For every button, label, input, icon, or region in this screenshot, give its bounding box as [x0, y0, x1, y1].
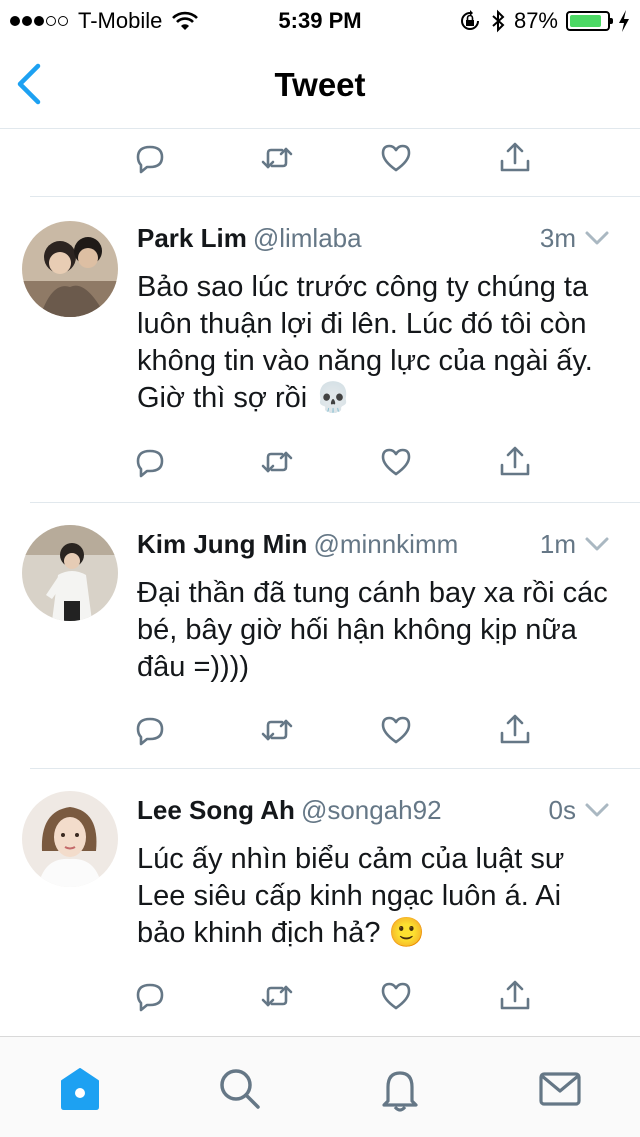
retweet-button[interactable] [257, 442, 297, 482]
tweet-time: 1m [539, 529, 576, 559]
retweet-button[interactable] [257, 138, 297, 178]
tab-home[interactable] [50, 1061, 110, 1117]
like-icon [381, 144, 411, 172]
share-button[interactable] [495, 442, 535, 482]
share-icon [500, 142, 530, 172]
chevron-down-icon[interactable] [584, 801, 610, 819]
tab-messages[interactable] [530, 1061, 590, 1117]
author-handle[interactable]: @songah92 [301, 795, 442, 825]
reply-button[interactable] [130, 442, 170, 482]
like-icon [381, 982, 411, 1010]
tab-notifications[interactable] [370, 1061, 430, 1117]
retweet-button[interactable] [257, 710, 297, 750]
tweet-text: Lúc ấy nhìn biểu cảm của luật sư Lee siê… [137, 843, 565, 949]
reply-icon [136, 717, 164, 746]
chevron-down-icon[interactable] [584, 535, 610, 553]
tweet-actions-previous [0, 138, 640, 178]
reply-icon [136, 983, 164, 1012]
retweet-icon [261, 985, 293, 1007]
reply-icon [136, 449, 164, 478]
nav-bar: Tweet [0, 40, 640, 129]
retweet-icon [261, 147, 293, 169]
page-title: Tweet [274, 66, 366, 103]
notifications-icon [382, 1071, 418, 1112]
retweet-icon [261, 451, 293, 473]
share-button[interactable] [495, 138, 535, 178]
author-handle[interactable]: @limlaba [253, 223, 362, 253]
status-bar: T-Mobile 5:39 PM 87% [0, 0, 640, 40]
tweet-time: 0s [548, 795, 576, 825]
avatar[interactable] [22, 791, 118, 887]
share-icon [500, 980, 530, 1010]
tweet-actions [0, 442, 640, 482]
like-button[interactable] [376, 442, 416, 482]
tweet-actions [0, 976, 640, 1016]
reply-button[interactable] [130, 138, 170, 178]
share-button[interactable] [495, 710, 535, 750]
author-handle[interactable]: @minnkimm [313, 529, 458, 559]
retweet-button[interactable] [257, 976, 297, 1016]
like-button[interactable] [376, 138, 416, 178]
charging-icon [619, 10, 629, 32]
home-icon [61, 1068, 99, 1110]
messages-icon [539, 1072, 581, 1106]
avatar-photo [22, 221, 118, 317]
like-icon [381, 716, 411, 744]
avatar-photo [22, 525, 118, 621]
tweet[interactable]: Park Lim @limlaba 3m Bảo sao lúc trước cô… [0, 197, 640, 503]
like-button[interactable] [376, 710, 416, 750]
search-icon [220, 1069, 260, 1109]
bluetooth-icon [492, 9, 505, 33]
tweet-text: Đại thần đã tung cánh bay xa rồi các bé,… [137, 577, 608, 683]
avatar-photo [22, 791, 118, 887]
like-icon [381, 448, 411, 476]
retweet-icon [261, 719, 293, 741]
tweet-header: Kim Jung Min @minnkimm 1m [137, 529, 610, 563]
status-right: 87% [450, 8, 630, 34]
orientation-lock-icon [460, 10, 479, 30]
like-button[interactable] [376, 976, 416, 1016]
tweet-time: 3m [539, 223, 576, 253]
author-name[interactable]: Kim Jung Min [137, 529, 307, 559]
tab-bar [0, 1036, 640, 1137]
tweet-actions [0, 710, 640, 750]
tweet[interactable]: Kim Jung Min @minnkimm 1m Đại thần đã tun… [0, 503, 640, 769]
share-button[interactable] [495, 976, 535, 1016]
tweet[interactable]: Lee Song Ah @songah92 0s Lúc ấy nhìn biểu… [0, 769, 640, 1035]
tweet-header: Lee Song Ah @songah92 0s [137, 795, 610, 829]
reply-icon [136, 145, 164, 174]
share-icon [500, 446, 530, 476]
avatar[interactable] [22, 221, 118, 317]
reply-button[interactable] [130, 976, 170, 1016]
author-name[interactable]: Park Lim [137, 223, 247, 253]
battery-percent: 87% [513, 8, 558, 33]
avatar[interactable] [22, 525, 118, 621]
battery-icon [566, 11, 613, 31]
tweet-header: Park Lim @limlaba 3m [137, 223, 610, 257]
tab-search[interactable] [210, 1061, 270, 1117]
chevron-down-icon[interactable] [584, 229, 610, 247]
tweet-text: Bảo sao lúc trước công ty chúng ta luôn … [137, 271, 593, 414]
share-icon [500, 714, 530, 744]
author-name[interactable]: Lee Song Ah [137, 795, 295, 825]
reply-button[interactable] [130, 710, 170, 750]
